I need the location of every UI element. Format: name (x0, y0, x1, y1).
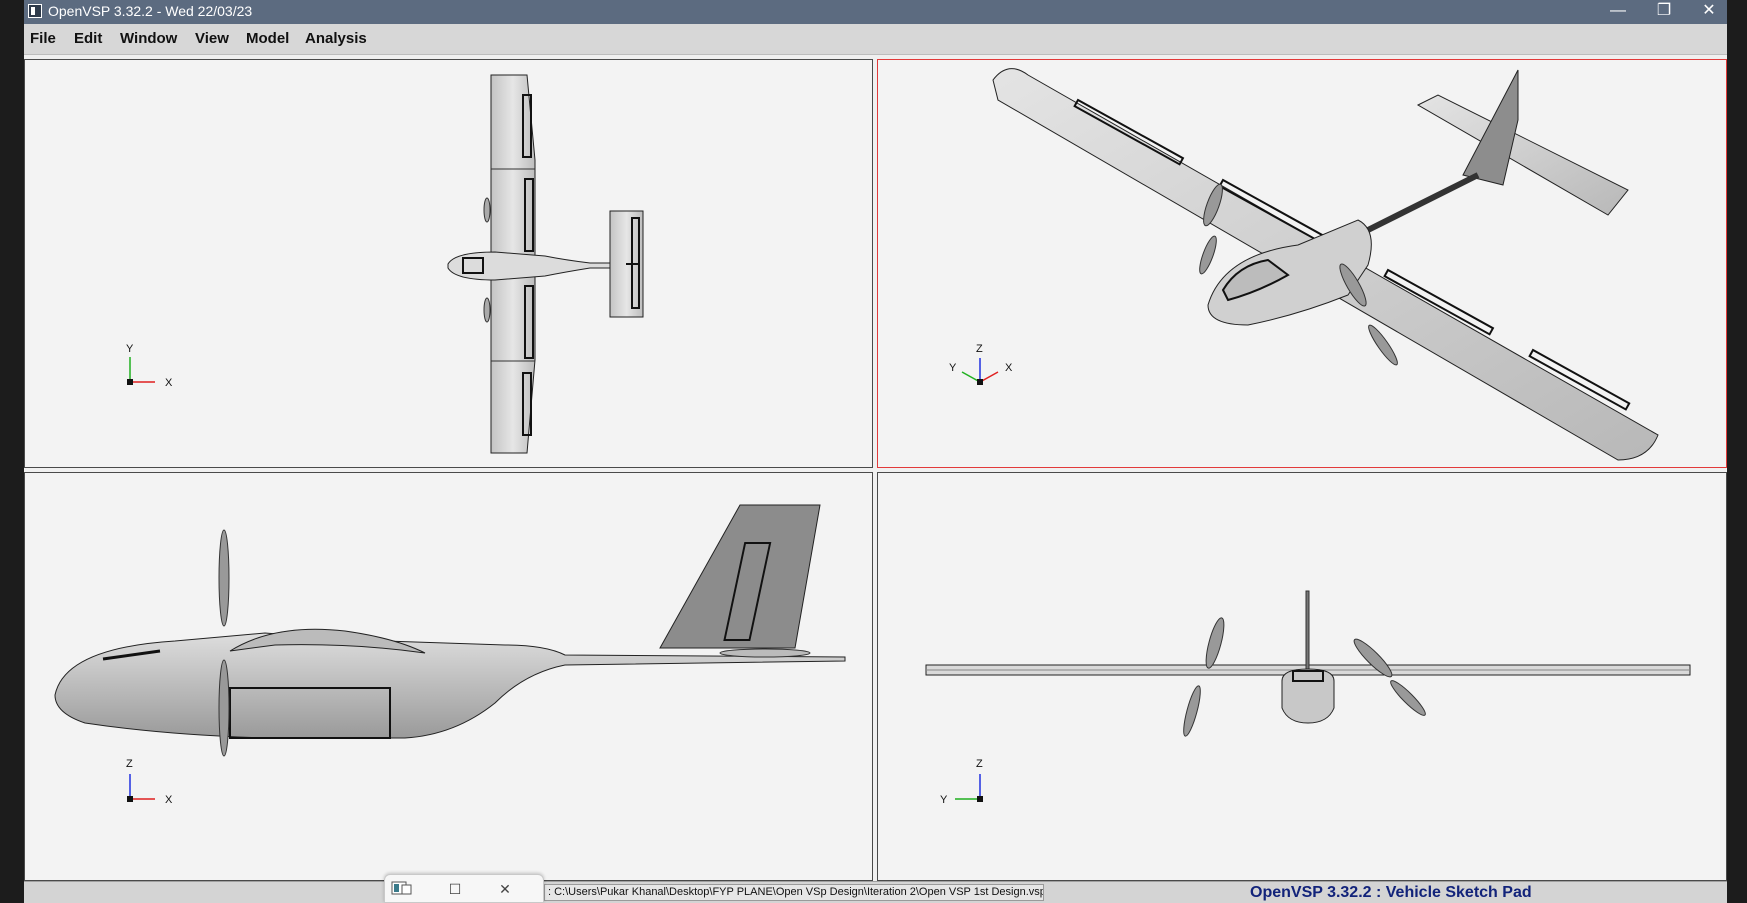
popup-close-button[interactable]: ✕ (495, 880, 515, 898)
front-view-aircraft: Z Y (925, 590, 1691, 806)
front-axis-y-label: Y (940, 794, 948, 806)
side-axis-z-label: Z (126, 758, 133, 770)
viewport-top[interactable]: Y X (24, 59, 873, 468)
status-bar: : C:\Users\Pukar Khanal\Desktop\FYP PLAN… (24, 881, 1727, 903)
right-desktop-strip (1727, 0, 1747, 903)
side-axis-x-label: X (165, 794, 173, 806)
thumbnail-icon (391, 881, 412, 895)
window-title: OpenVSP 3.32.2 - Wed 22/03/23 (48, 3, 253, 19)
openvsp-window: OpenVSP 3.32.2 - Wed 22/03/23 — ❐ ✕ File… (24, 0, 1727, 903)
menu-analysis[interactable]: Analysis (305, 30, 367, 47)
iso-axis-x-label: X (1005, 362, 1013, 374)
menu-file[interactable]: File (30, 30, 56, 47)
iso-axis-y-label: Y (949, 362, 957, 374)
close-button[interactable]: ✕ (1686, 0, 1727, 24)
taskbar-popup: ☐ ✕ (384, 874, 544, 903)
top-view-aircraft: Y X (126, 74, 644, 454)
top-axis-x-label: X (165, 377, 173, 389)
viewport-iso[interactable]: Z Y X (877, 59, 1727, 468)
file-path: : C:\Users\Pukar Khanal\Desktop\FYP PLAN… (544, 884, 1044, 901)
side-view-aircraft: Z X (54, 504, 846, 806)
iso-view-aircraft: Z Y X (949, 68, 1659, 461)
left-desktop-strip (0, 0, 24, 903)
popup-maximize-button[interactable]: ☐ (445, 880, 465, 898)
menu-bar: File Edit Window View Model Analysis (24, 24, 1727, 55)
restore-icon: ❐ (1656, 2, 1672, 19)
minimize-icon: — (1610, 2, 1626, 19)
brand-label: OpenVSP 3.32.2 : Vehicle Sketch Pad (1250, 884, 1532, 901)
top-axis-y-label: Y (126, 343, 134, 355)
close-icon: ✕ (1702, 2, 1716, 19)
title-bar: OpenVSP 3.32.2 - Wed 22/03/23 — ❐ ✕ (24, 0, 1727, 24)
viewport-side[interactable]: Z X (24, 472, 873, 881)
minimize-button[interactable]: — (1595, 0, 1641, 24)
menu-view[interactable]: View (195, 30, 229, 47)
close-icon: ✕ (499, 881, 511, 897)
front-axis-z-label: Z (976, 758, 983, 770)
iso-axis-z-label: Z (976, 343, 983, 355)
app-icon (28, 4, 42, 18)
maximize-icon: ☐ (448, 881, 462, 897)
restore-button[interactable]: ❐ (1641, 0, 1687, 24)
menu-model[interactable]: Model (246, 30, 289, 47)
window-thumbnail-icon[interactable] (391, 880, 412, 898)
menu-window[interactable]: Window (120, 30, 177, 47)
menu-edit[interactable]: Edit (74, 30, 102, 47)
viewport-front[interactable]: Z Y (877, 472, 1727, 881)
